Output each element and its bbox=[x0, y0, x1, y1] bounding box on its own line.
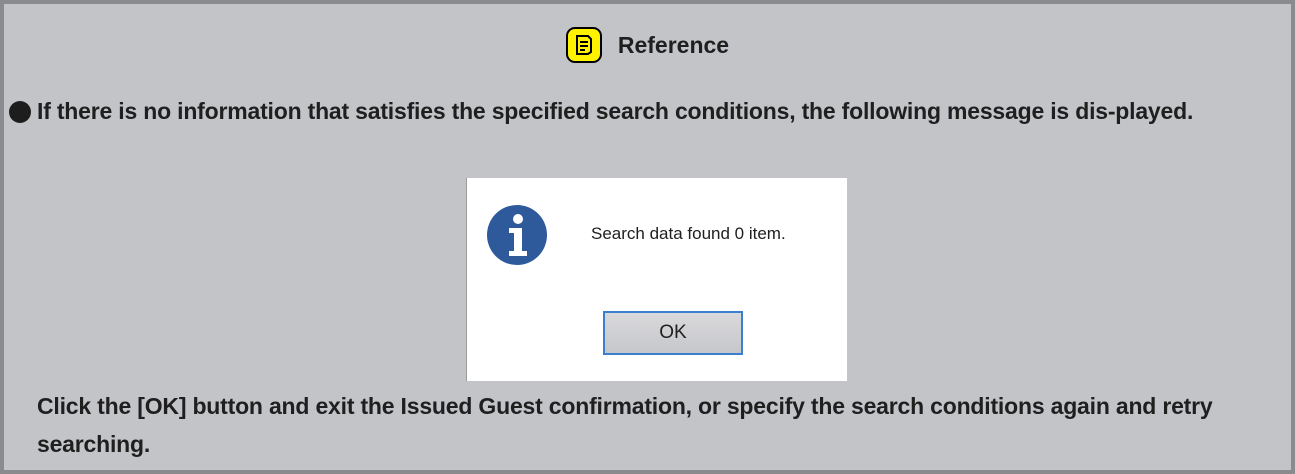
note-icon bbox=[565, 27, 602, 63]
bullet-item: If there is no information that satisfie… bbox=[9, 96, 1277, 130]
ok-button[interactable]: OK bbox=[603, 311, 743, 355]
dialog-message: Search data found 0 item. bbox=[591, 224, 786, 243]
footer-text: Click the [OK] button and exit the Issue… bbox=[37, 393, 1213, 457]
bullet-dot-icon bbox=[9, 101, 31, 123]
message-dialog: Search data found 0 item. OK bbox=[466, 178, 847, 381]
reference-title: Reference bbox=[617, 31, 730, 58]
reference-header: Reference bbox=[4, 27, 1291, 63]
info-icon bbox=[487, 205, 547, 265]
bullet-text: If there is no information that satisfie… bbox=[37, 98, 1194, 124]
reference-box: Reference If there is no information tha… bbox=[0, 0, 1295, 474]
